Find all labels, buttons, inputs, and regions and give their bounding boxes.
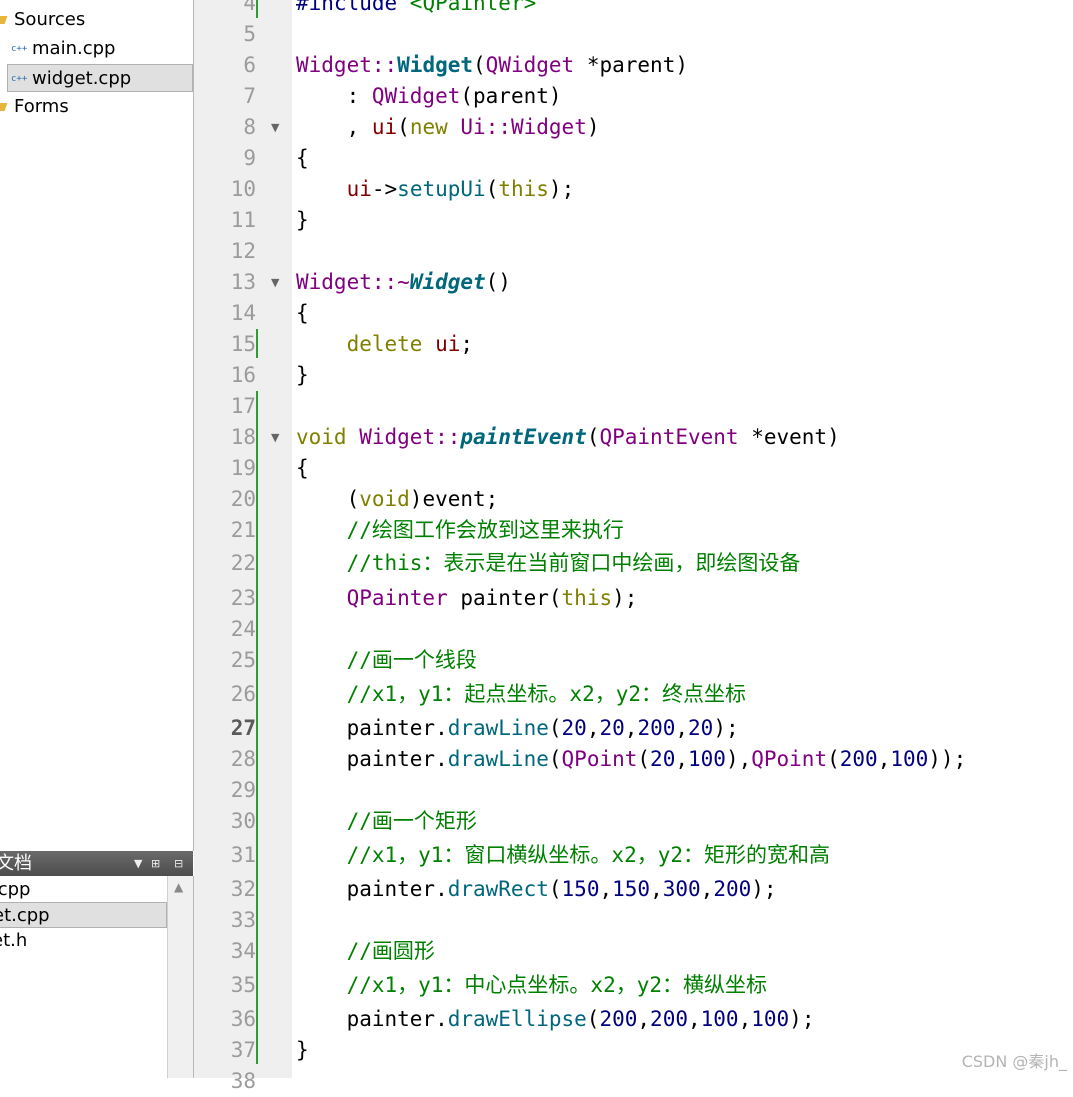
line-number: 29 xyxy=(230,778,256,802)
change-marker xyxy=(256,329,258,358)
tree-item-label: Forms xyxy=(14,96,69,117)
line-number: 6 xyxy=(243,53,256,77)
line-number: 10 xyxy=(230,177,256,201)
scroll-up-icon[interactable]: ▲ xyxy=(174,880,183,894)
line-number: 32 xyxy=(230,877,256,901)
code-line-14: { xyxy=(296,301,309,325)
tree-file-main-cpp[interactable]: c++ main.cpp xyxy=(0,35,193,63)
code-line-16: } xyxy=(296,363,309,387)
line-number-gutter: 4 5 6 7 8 ▼ 9 10 11 12 13 ▼ 14 15 16 17 18 ▼ 19 20 21 22 23 24 2… xyxy=(194,0,292,1093)
line-number: 26 xyxy=(230,682,256,706)
code-line-31: //x1，y1：窗口横纵坐标。x2，y2：矩形的宽和高 xyxy=(296,843,831,867)
close-panel-icon[interactable]: ⊟ xyxy=(174,851,183,876)
line-number: 37 xyxy=(230,1038,256,1062)
code-line-19: { xyxy=(296,456,309,480)
line-number: 22 xyxy=(230,551,256,575)
code-line-9: { xyxy=(296,146,309,170)
tree-item-label: Sources xyxy=(14,9,86,30)
open-documents-title: 文档 xyxy=(0,853,32,874)
line-number: 17 xyxy=(230,394,256,418)
code-line-15: delete ui; xyxy=(346,332,474,356)
code-line-4: #include <QPainter> xyxy=(296,0,537,15)
line-number: 9 xyxy=(243,146,256,170)
line-number: 36 xyxy=(230,1007,256,1031)
change-marker xyxy=(256,0,258,18)
line-number: 13 xyxy=(230,270,256,294)
cpp-file-icon: c++ xyxy=(11,74,28,84)
code-line-27: painter.drawLine(20,20,200,20); xyxy=(296,716,739,740)
code-line-22: //this：表示是在当前窗口中绘画，即绘图设备 xyxy=(296,551,801,575)
code-line-34: //画圆形 xyxy=(296,939,435,963)
watermark: CSDN @秦jh_ xyxy=(961,1052,1067,1071)
code-line-18: void Widget::paintEvent(QPaintEvent *eve… xyxy=(296,425,840,449)
line-number: 30 xyxy=(230,809,256,833)
open-doc-item[interactable]: .cpp xyxy=(0,877,167,903)
open-doc-item[interactable]: et.cpp xyxy=(0,902,167,928)
line-number: 15 xyxy=(230,332,256,356)
tree-file-widget-cpp[interactable]: c++ widget.cpp xyxy=(7,64,193,92)
code-line-21: //绘图工作会放到这里来执行 xyxy=(296,518,624,542)
line-number: 4 xyxy=(243,0,256,15)
code-line-6: Widget::Widget(QWidget *parent) xyxy=(296,53,688,77)
line-number: 27 xyxy=(230,716,256,740)
change-marker xyxy=(256,391,258,1064)
project-tree[interactable]: Sources c++ main.cpp c++ widget.cpp Form… xyxy=(0,0,194,851)
line-number: 24 xyxy=(230,617,256,641)
code-line-30: //画一个矩形 xyxy=(296,809,477,833)
line-number: 28 xyxy=(230,747,256,771)
line-number: 35 xyxy=(230,973,256,997)
code-line-20: (void)event; xyxy=(296,487,499,511)
tree-folder-sources[interactable]: Sources xyxy=(0,6,193,34)
split-icon[interactable]: ⊞ xyxy=(151,851,160,876)
line-number: 25 xyxy=(230,648,256,672)
open-documents-list[interactable]: .cpp et.cpp et.h ▲ xyxy=(0,876,194,1078)
line-number: 18 xyxy=(230,425,256,449)
line-number: 34 xyxy=(230,939,256,963)
line-number: 23 xyxy=(230,586,256,610)
fold-arrow-icon[interactable]: ▼ xyxy=(271,112,279,143)
folder-icon xyxy=(0,16,8,24)
code-line-32: painter.drawRect(150,150,300,200); xyxy=(296,877,777,901)
folder-icon xyxy=(0,103,8,111)
fold-arrow-icon[interactable]: ▼ xyxy=(271,267,279,298)
line-number: 21 xyxy=(230,518,256,542)
line-number: 14 xyxy=(230,301,256,325)
code-line-36: painter.drawEllipse(200,200,100,100); xyxy=(296,1007,815,1031)
code-line-10: ui->setupUi(this); xyxy=(346,177,575,201)
fold-arrow-icon[interactable]: ▼ xyxy=(271,422,279,453)
line-number: 12 xyxy=(230,239,256,263)
code-line-26: //x1，y1：起点坐标。x2，y2：终点坐标 xyxy=(296,682,747,706)
tree-folder-forms[interactable]: Forms xyxy=(0,93,193,121)
line-number: 16 xyxy=(230,363,256,387)
code-line-25: //画一个线段 xyxy=(296,648,477,672)
line-number: 33 xyxy=(230,908,256,932)
cpp-file-icon: c++ xyxy=(11,44,28,54)
line-number: 11 xyxy=(230,208,256,232)
tree-item-label: widget.cpp xyxy=(32,68,132,89)
code-line-11: } xyxy=(296,208,309,232)
open-documents-scrollbar[interactable]: ▲ xyxy=(167,876,193,1078)
code-line-35: //x1，y1：中心点坐标。x2，y2：横纵坐标 xyxy=(296,973,768,997)
line-number: 5 xyxy=(243,22,256,46)
line-number: 31 xyxy=(230,843,256,867)
tree-item-label: main.cpp xyxy=(32,38,116,59)
line-number: 8 xyxy=(243,115,256,139)
line-number: 20 xyxy=(230,487,256,511)
dropdown-arrow-icon[interactable]: ▼ xyxy=(134,851,142,876)
code-line-13: Widget::~Widget() xyxy=(296,270,511,294)
line-number: 7 xyxy=(243,84,256,108)
code-line-28: painter.drawLine(QPoint(20,100),QPoint(2… xyxy=(296,747,967,771)
open-documents-header: 文档 ▼ ⊞ ⊟ xyxy=(0,851,193,876)
code-line-37: } xyxy=(296,1038,309,1062)
line-number: 38 xyxy=(230,1069,256,1093)
code-editor[interactable]: #include <QPainter> Widget::Widget(QWidg… xyxy=(292,0,1073,1078)
code-line-8: , ui(new Ui::Widget) xyxy=(296,115,600,139)
open-doc-item[interactable]: et.h xyxy=(0,928,167,954)
code-line-23: QPainter painter(this); xyxy=(346,586,638,610)
code-line-7: : QWidget(parent) xyxy=(296,84,562,108)
line-number: 19 xyxy=(230,456,256,480)
